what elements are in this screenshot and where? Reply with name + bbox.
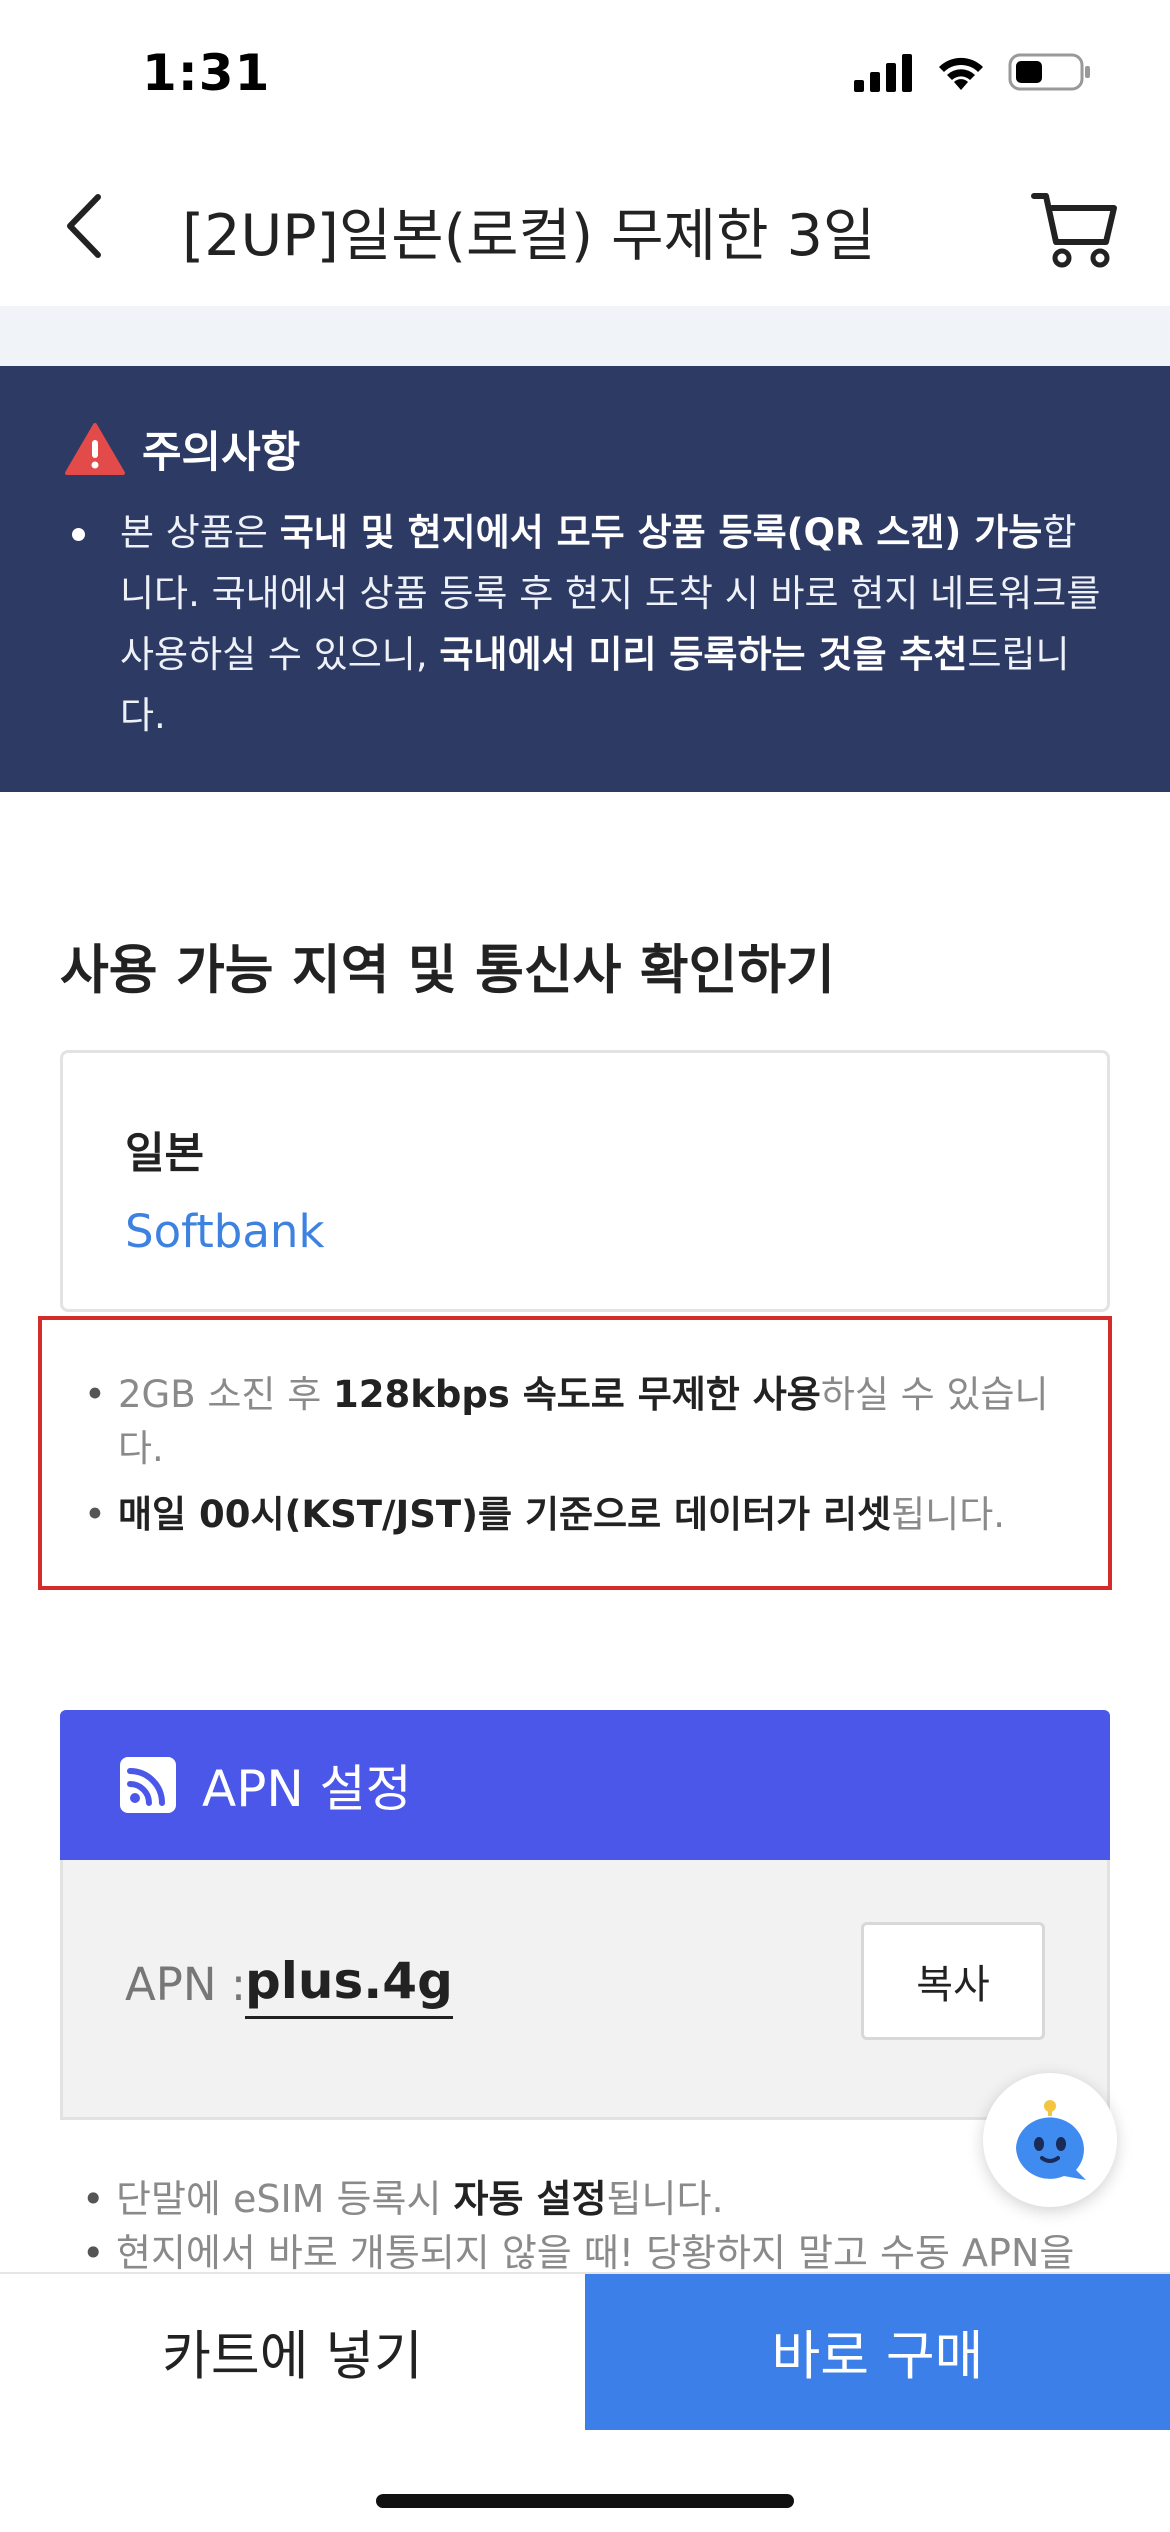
policy-text: 2GB 소진 후 xyxy=(118,1373,333,1416)
warning-icon xyxy=(65,423,125,475)
home-indicator[interactable] xyxy=(376,2494,794,2508)
notice-header: 주의사항 xyxy=(64,418,1110,480)
policy-bullet: 매일 00시(KST/JST)를 기준으로 데이터가 리셋됩니다. xyxy=(82,1488,1068,1542)
apn-header: APN 설정 xyxy=(60,1710,1110,1860)
apn-notes: 단말에 eSIM 등록시 자동 설정됩니다. 현지에서 바로 개통되지 않을 때… xyxy=(80,2172,1120,2280)
cart-icon xyxy=(1031,193,1117,268)
chatbot-button[interactable] xyxy=(983,2073,1117,2207)
apn-title: APN 설정 xyxy=(202,1760,412,1818)
region-card: 일본 Softbank xyxy=(60,1050,1110,1312)
notice-text: 본 상품은 국내 및 현지에서 모두 상품 등록(QR 스캔) 가능합니다. 국… xyxy=(64,502,1110,746)
apn-note-bold: 자동 설정 xyxy=(453,2177,607,2221)
nav-bar: [2UP]일본(로컬) 무제한 3일 xyxy=(0,150,1170,306)
back-arrow-icon xyxy=(67,194,101,258)
notice-text-part: 본 상품은 xyxy=(120,511,280,554)
notice-text-bold: 국내 및 현지에서 모두 상품 등록(QR 스캔) 가능 xyxy=(279,511,1043,554)
notice-banner: 주의사항 본 상품은 국내 및 현지에서 모두 상품 등록(QR 스캔) 가능합… xyxy=(0,366,1170,792)
status-icons xyxy=(854,52,1092,92)
apn-note-text: 단말에 eSIM 등록시 xyxy=(116,2177,454,2221)
notice-title: 주의사항 xyxy=(142,428,301,478)
battery-icon xyxy=(1008,53,1090,91)
region-carrier-link[interactable]: Softbank xyxy=(125,1205,1107,1258)
status-time: 1:31 xyxy=(142,44,271,102)
back-button[interactable] xyxy=(44,186,124,266)
wifi-icon xyxy=(939,57,983,90)
apn-value: plus.4g xyxy=(245,1952,453,2019)
signal-icon xyxy=(854,54,912,92)
policy-bullet: 2GB 소진 후 128kbps 속도로 무제한 사용하실 수 있습니다. xyxy=(82,1368,1068,1476)
rss-icon xyxy=(120,1757,176,1813)
apn-note: 단말에 eSIM 등록시 자동 설정됩니다. xyxy=(80,2172,1120,2226)
data-policy-box: 2GB 소진 후 128kbps 속도로 무제한 사용하실 수 있습니다. 매일… xyxy=(38,1316,1112,1590)
policy-text-bold: 매일 00시(KST/JST)를 기준으로 데이터가 리셋 xyxy=(118,1493,892,1536)
apn-body: APN : plus.4g 복사 xyxy=(60,1860,1110,2120)
status-bar: 1:31 xyxy=(0,0,1170,150)
copy-button[interactable]: 복사 xyxy=(861,1922,1045,2040)
apn-note-text: 됩니다. xyxy=(606,2177,724,2221)
chatbot-icon xyxy=(1016,2100,1086,2180)
page-title: [2UP]일본(로컬) 무제한 3일 xyxy=(182,203,876,269)
coverage-section-title: 사용 가능 지역 및 통신사 확인하기 xyxy=(60,940,835,1001)
cart-button[interactable] xyxy=(1030,182,1120,272)
divider-band xyxy=(0,306,1170,366)
notice-text-bold: 국내에서 미리 등록하는 것을 추천 xyxy=(439,633,968,676)
region-country: 일본 xyxy=(125,1129,205,1179)
policy-text: 됩니다. xyxy=(891,1493,1006,1536)
policy-text-bold: 128kbps 속도로 무제한 사용 xyxy=(333,1373,821,1416)
apn-label: APN : xyxy=(125,1958,247,2011)
bottom-action-bar: 카트에 넣기 바로 구매 xyxy=(0,2272,1170,2532)
add-to-cart-button[interactable]: 카트에 넣기 xyxy=(0,2274,585,2430)
buy-now-button[interactable]: 바로 구매 xyxy=(585,2274,1170,2430)
